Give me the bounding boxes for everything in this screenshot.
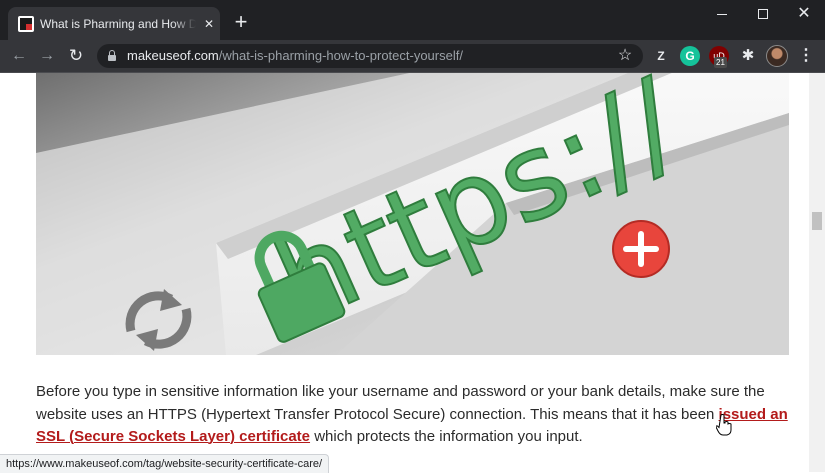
- url-path: /what-is-pharming-how-to-protect-yoursel…: [218, 48, 463, 63]
- article-paragraph: Before you type in sensitive information…: [36, 381, 796, 449]
- minimize-button[interactable]: [700, 2, 744, 26]
- forward-button[interactable]: →: [35, 44, 59, 68]
- page-scrollbar[interactable]: [809, 73, 825, 472]
- hand-cursor-icon: [716, 414, 732, 436]
- browser-menu-icon[interactable]: ⋮: [798, 44, 814, 68]
- extension-z-icon[interactable]: Z: [651, 46, 671, 66]
- article-hero-image: https://: [36, 73, 789, 355]
- window-close-button[interactable]: ✕: [782, 2, 825, 26]
- link-status-bar: https://www.makeuseof.com/tag/website-se…: [0, 454, 330, 473]
- profile-avatar[interactable]: [766, 45, 788, 67]
- url-host: makeuseof.com: [127, 48, 219, 63]
- reload-button[interactable]: ↻: [64, 44, 88, 68]
- page-viewport: https:// Before you type in sensitive in…: [0, 73, 809, 472]
- tab-title: What is Pharming and How Do You Protect …: [40, 17, 196, 31]
- new-tab-button[interactable]: +: [230, 11, 252, 33]
- maximize-button[interactable]: [741, 2, 785, 26]
- address-bar[interactable]: makeuseof.com/what-is-pharming-how-to-pr…: [97, 44, 643, 68]
- hero-red-close-icon: [612, 220, 670, 278]
- grammarly-extension-icon[interactable]: G: [680, 46, 700, 66]
- lock-icon[interactable]: [108, 50, 116, 62]
- url-text[interactable]: makeuseof.com/what-is-pharming-how-to-pr…: [127, 48, 463, 64]
- back-button[interactable]: ←: [7, 44, 31, 68]
- bookmark-star-icon[interactable]: ☆: [616, 47, 634, 65]
- article-text-after: which protects the information you input…: [310, 428, 583, 445]
- tab-strip: What is Pharming and How Do You Protect …: [0, 0, 825, 40]
- article-text-before: Before you type in sensitive information…: [36, 383, 765, 423]
- browser-toolbar: ← → ↻ makeuseof.com/what-is-pharming-how…: [0, 40, 825, 73]
- ublock-badge: 21: [714, 57, 727, 68]
- site-favicon-icon: [18, 16, 34, 32]
- tab-close-icon[interactable]: ✕: [201, 16, 217, 32]
- extensions-puzzle-icon[interactable]: ✱: [738, 46, 758, 66]
- active-tab[interactable]: What is Pharming and How Do You Protect …: [8, 7, 220, 40]
- scrollbar-thumb[interactable]: [812, 212, 822, 230]
